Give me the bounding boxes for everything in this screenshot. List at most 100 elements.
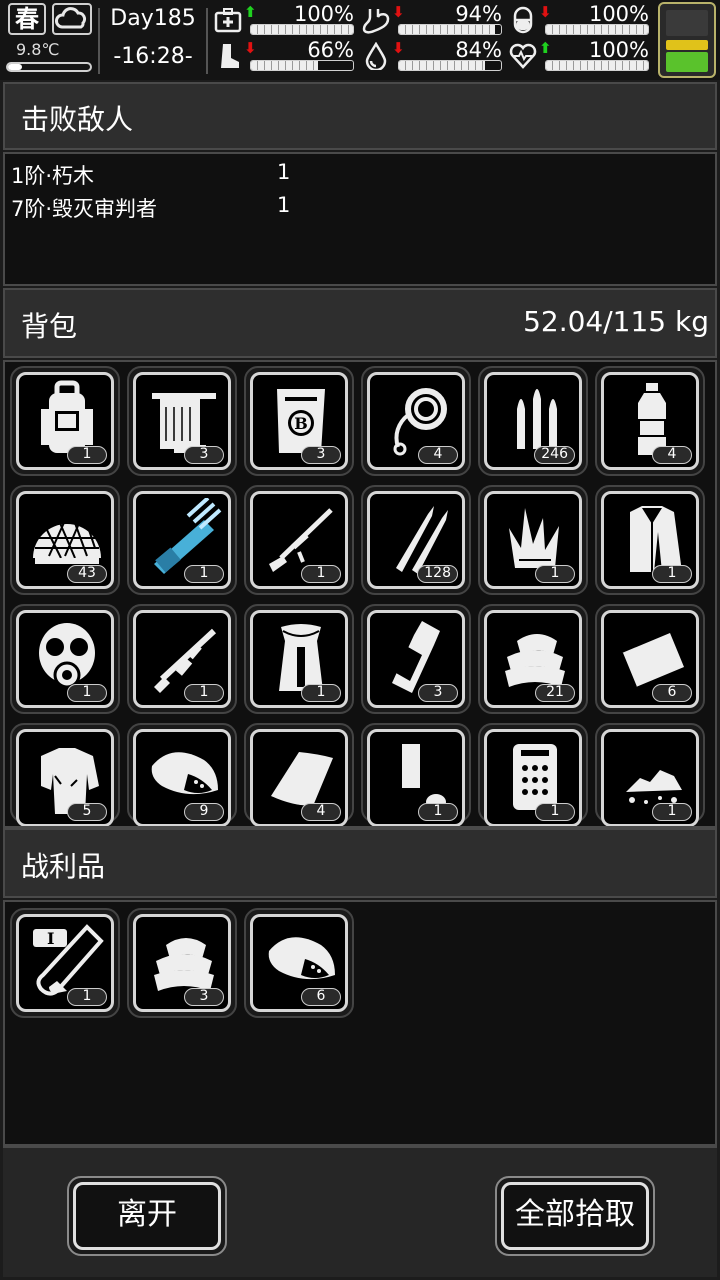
item-slot[interactable]: B3 xyxy=(244,366,354,476)
item-count-badge: 128 xyxy=(417,565,458,583)
action-bar: 离开 全部拾取 xyxy=(3,1146,717,1277)
backpack-grid[interactable]: 1 3 B 3 4 246 4 43 1 1 128 1 1 1 1 1 3 21 6 5 9 4 1 1 1 xyxy=(3,360,717,828)
item-slot[interactable]: 3 xyxy=(127,908,237,1018)
item-slot[interactable]: 43 xyxy=(10,485,120,595)
stat-value: 66% xyxy=(307,38,354,62)
item-slot[interactable]: 1 xyxy=(595,723,705,826)
item-frame: 128 xyxy=(367,491,465,589)
item-slot[interactable]: 4 xyxy=(244,723,354,826)
water-drop-icon xyxy=(365,42,387,70)
stat-value: 100% xyxy=(588,38,649,62)
item-count-badge: 1 xyxy=(418,803,458,821)
svg-text:I: I xyxy=(47,929,54,948)
trend-arrow: ⬇ xyxy=(392,39,405,57)
leave-button[interactable]: 离开 xyxy=(67,1176,227,1256)
item-slot[interactable]: 4 xyxy=(361,366,471,476)
item-count-badge: 4 xyxy=(652,446,692,464)
loot-title: 战利品 xyxy=(21,850,106,883)
take-all-button[interactable]: 全部拾取 xyxy=(495,1176,655,1256)
stat-bar xyxy=(545,24,649,35)
battery-icon xyxy=(658,2,716,78)
item-slot[interactable]: 6 xyxy=(244,908,354,1018)
temperature-gauge xyxy=(6,62,92,72)
item-frame: 1 xyxy=(133,610,231,708)
item-slot[interactable]: 1 xyxy=(244,604,354,714)
item-count-badge: 3 xyxy=(184,446,224,464)
item-slot[interactable]: 4 xyxy=(595,366,705,476)
item-frame: 43 xyxy=(16,491,114,589)
item-frame: 4 xyxy=(367,372,465,470)
take-all-button-label: 全部拾取 xyxy=(501,1182,649,1250)
item-slot[interactable]: 1 xyxy=(10,366,120,476)
item-slot[interactable]: 1 xyxy=(478,723,588,826)
item-count-badge: 1 xyxy=(301,684,341,702)
item-slot[interactable]: 1 xyxy=(127,485,237,595)
item-slot[interactable]: 128 xyxy=(361,485,471,595)
immunity-stat: ⬇ 100% xyxy=(509,2,649,36)
stat-bar xyxy=(398,60,502,71)
item-slot[interactable]: 9 xyxy=(127,723,237,826)
item-frame: 9 xyxy=(133,729,231,826)
medkit-icon xyxy=(214,8,242,33)
item-count-badge: 1 xyxy=(67,446,107,464)
trend-arrow: ⬇ xyxy=(539,3,552,21)
item-slot[interactable]: 1 xyxy=(244,485,354,595)
svg-text:B: B xyxy=(294,414,308,433)
stomach-icon xyxy=(362,9,390,34)
leave-button-label: 离开 xyxy=(73,1182,221,1250)
enemy-name: 7阶·毁灭审判者 xyxy=(11,197,158,221)
item-slot[interactable]: 1 xyxy=(127,604,237,714)
item-count-badge: 9 xyxy=(184,803,224,821)
item-frame: 1 xyxy=(250,610,348,708)
trend-arrow: ⬇ xyxy=(244,39,257,57)
item-frame: 21 xyxy=(484,610,582,708)
stamina-stat: ⬇ 66% xyxy=(214,38,354,72)
item-frame: 1 xyxy=(601,729,699,826)
item-frame: 1 xyxy=(484,491,582,589)
item-count-badge: 1 xyxy=(301,565,341,583)
thirst-stat: ⬇ 84% xyxy=(362,38,502,72)
item-slot[interactable]: 246 xyxy=(478,366,588,476)
trend-arrow: ⬇ xyxy=(392,3,405,21)
item-slot[interactable]: 21 xyxy=(478,604,588,714)
item-frame: 3 xyxy=(133,372,231,470)
item-count-badge: 1 xyxy=(67,684,107,702)
game-clock: -16:28- xyxy=(113,44,193,69)
stat-value: 100% xyxy=(293,2,354,26)
item-frame: 1 xyxy=(16,610,114,708)
weight-readout: 52.04/115 kg xyxy=(523,305,709,338)
item-count-badge: 21 xyxy=(535,684,575,702)
item-count-badge: 6 xyxy=(652,684,692,702)
stat-value: 94% xyxy=(455,2,502,26)
item-count-badge: 1 xyxy=(652,565,692,583)
season-indicator: 春 xyxy=(8,3,46,35)
cloud-icon xyxy=(52,3,92,35)
item-slot[interactable]: 1 xyxy=(10,604,120,714)
item-count-badge: 4 xyxy=(418,446,458,464)
item-frame: 1 xyxy=(250,491,348,589)
day-counter: Day185 xyxy=(110,6,196,31)
item-slot[interactable]: 6 xyxy=(595,604,705,714)
enemy-count: 1 xyxy=(277,160,291,184)
item-frame: I1 xyxy=(16,914,114,1012)
pill-icon xyxy=(513,6,533,34)
item-slot[interactable]: 1 xyxy=(478,485,588,595)
stat-bar xyxy=(398,24,502,35)
item-slot[interactable]: 1 xyxy=(595,485,705,595)
item-count-badge: 4 xyxy=(301,803,341,821)
item-slot[interactable]: 1 xyxy=(361,723,471,826)
item-frame: 5 xyxy=(16,729,114,826)
item-count-badge: 1 xyxy=(184,565,224,583)
item-count-badge: 3 xyxy=(301,446,341,464)
hunger-stat: ⬇ 94% xyxy=(362,2,502,36)
item-slot[interactable]: I1 xyxy=(10,908,120,1018)
item-slot[interactable]: 5 xyxy=(10,723,120,826)
defeated-title: 击败敌人 xyxy=(21,103,134,136)
loot-grid: I1 3 6 xyxy=(3,900,717,1146)
item-frame: 1 xyxy=(601,491,699,589)
item-slot[interactable]: 3 xyxy=(127,366,237,476)
item-slot[interactable]: 3 xyxy=(361,604,471,714)
item-frame: 3 xyxy=(133,914,231,1012)
loot-header: 战利品 xyxy=(3,828,717,898)
item-count-badge: 3 xyxy=(184,988,224,1006)
